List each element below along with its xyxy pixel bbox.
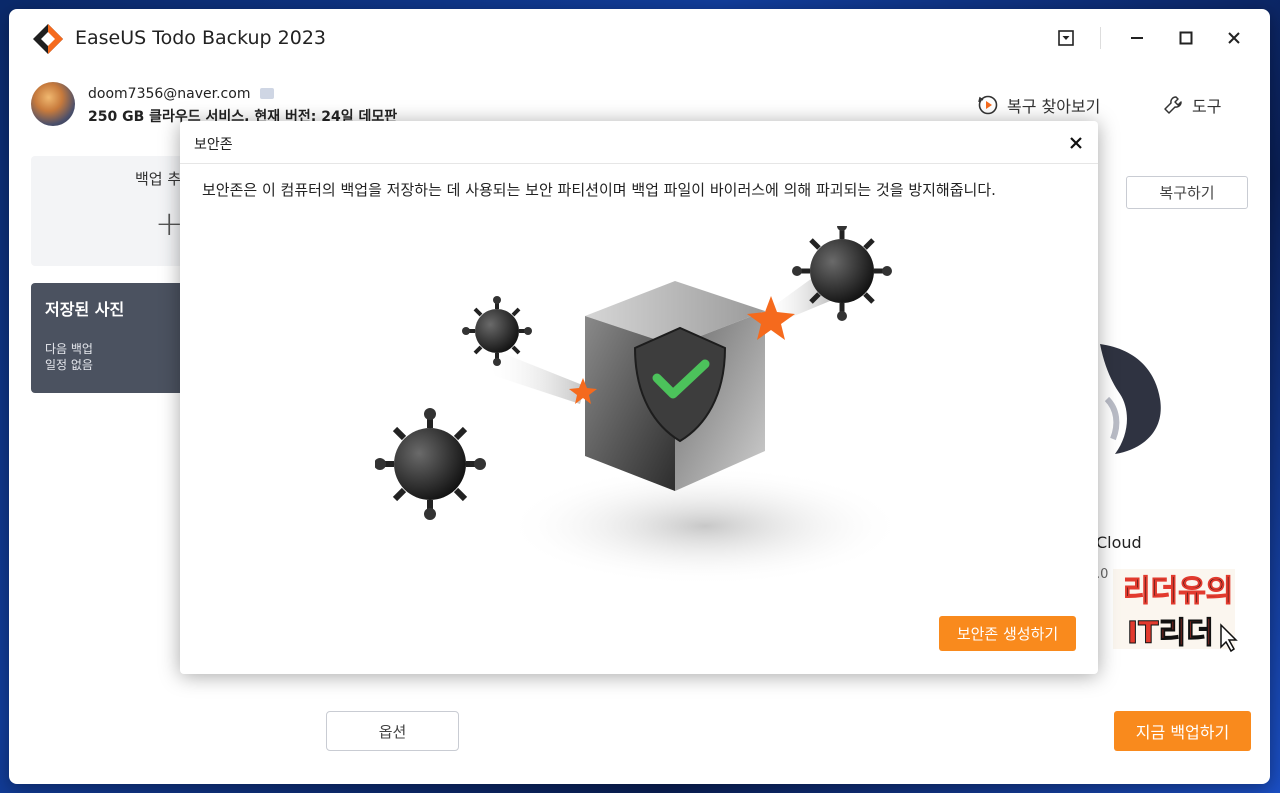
floor-shadow bbox=[505, 466, 905, 586]
svg-text:IT리더: IT리더 bbox=[1127, 616, 1214, 651]
account-email: doom7356@naver.com bbox=[88, 86, 251, 102]
title-bar: EaseUS Todo Backup 2023 bbox=[9, 9, 1270, 67]
dropdown-menu-button[interactable] bbox=[1052, 25, 1080, 51]
options-button[interactable]: 옵션 bbox=[326, 711, 459, 751]
backup-now-button[interactable]: 지금 백업하기 bbox=[1114, 711, 1251, 751]
menu-dropdown-icon bbox=[1058, 30, 1074, 46]
browse-recovery-link[interactable]: 복구 찾아보기 bbox=[977, 93, 1100, 117]
title-separator bbox=[1100, 27, 1101, 49]
tools-link[interactable]: 도구 bbox=[1162, 93, 1221, 117]
wrench-icon bbox=[1164, 96, 1182, 114]
message-icon[interactable] bbox=[260, 88, 274, 99]
maximize-button[interactable] bbox=[1172, 25, 1200, 51]
app-title: EaseUS Todo Backup 2023 bbox=[75, 27, 327, 49]
minimize-icon bbox=[1131, 37, 1143, 39]
dialog-description: 보안존은 이 컴퓨터의 백업을 저장하는 데 사용되는 보안 파티션이며 백업 … bbox=[202, 181, 996, 199]
secure-zone-dialog: 보안존 보안존은 이 컴퓨터의 백업을 저장하는 데 사용되는 보안 파티션이며… bbox=[180, 121, 1098, 674]
maximize-icon bbox=[1179, 31, 1193, 45]
create-secure-zone-button[interactable]: 보안존 생성하기 bbox=[939, 616, 1076, 651]
close-icon bbox=[1070, 137, 1082, 149]
new-backup-card[interactable]: 백업 추 + bbox=[31, 156, 191, 266]
browse-recovery-label: 복구 찾아보기 bbox=[1007, 97, 1101, 116]
dialog-close-button[interactable] bbox=[1064, 131, 1088, 155]
secure-zone-illustration bbox=[375, 226, 905, 586]
task-schedule: 다음 백업 일정 없음 bbox=[45, 341, 93, 373]
minimize-button[interactable] bbox=[1123, 25, 1151, 51]
restore-button[interactable]: 복구하기 bbox=[1126, 176, 1248, 209]
backup-task-card[interactable]: 저장된 사진 다음 백업 일정 없음 bbox=[31, 283, 191, 393]
close-button[interactable] bbox=[1220, 25, 1248, 51]
cloud-storage-icon bbox=[1100, 344, 1161, 454]
recovery-clock-icon bbox=[978, 95, 998, 115]
avatar[interactable] bbox=[31, 82, 75, 126]
beam-left bbox=[485, 346, 585, 404]
close-icon bbox=[1228, 32, 1240, 44]
new-backup-label: 백업 추 bbox=[135, 170, 182, 188]
virus-small-icon bbox=[462, 296, 532, 366]
task-schedule-value: 일정 없음 bbox=[45, 358, 93, 372]
dialog-title: 보안존 bbox=[194, 137, 233, 153]
svg-text:리더유의: 리더유의 bbox=[1123, 574, 1233, 609]
task-title: 저장된 사진 bbox=[45, 300, 125, 319]
virus-large-icon bbox=[375, 408, 486, 520]
dialog-header: 보안존 bbox=[180, 121, 1098, 164]
easeus-logo-icon bbox=[33, 24, 63, 54]
watermark-logo: 리더유의 IT리더 bbox=[1113, 569, 1238, 653]
tools-label: 도구 bbox=[1192, 97, 1222, 116]
cloud-label: Cloud bbox=[1096, 533, 1142, 552]
task-next-backup-label: 다음 백업 bbox=[45, 342, 93, 356]
